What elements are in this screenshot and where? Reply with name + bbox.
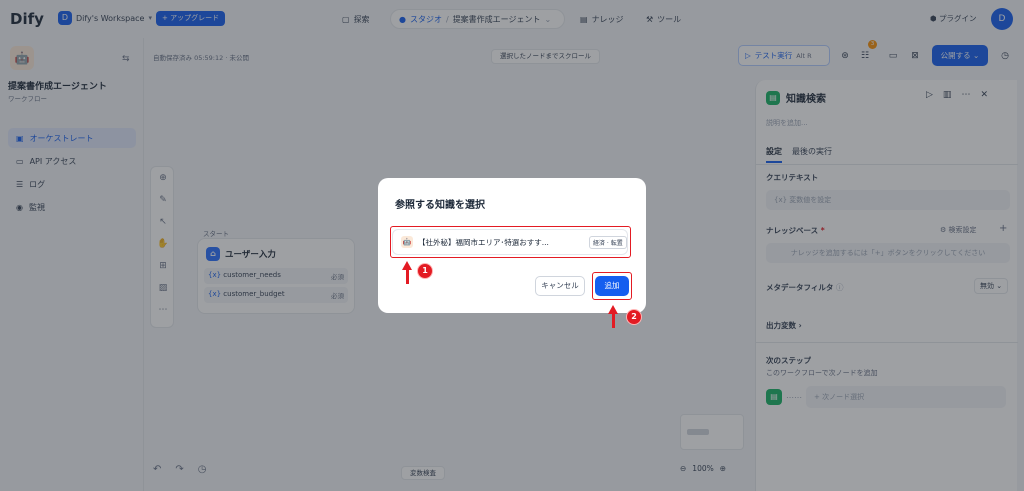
annotation-badge-2: 2 [626,309,642,325]
arrow-stem [611,313,615,328]
select-knowledge-dialog: 参照する知識を選択 🤖 【社外秘】福岡市エリア･特選おすす... 経済 · 転置… [378,178,646,313]
highlight-box-1 [390,226,631,258]
highlight-box-2 [592,272,632,300]
arrow-stem [405,269,409,284]
cancel-button[interactable]: キャンセル [535,276,585,296]
annotation-badge-1: 1 [417,263,433,279]
dialog-title: 参照する知識を選択 [395,200,485,211]
